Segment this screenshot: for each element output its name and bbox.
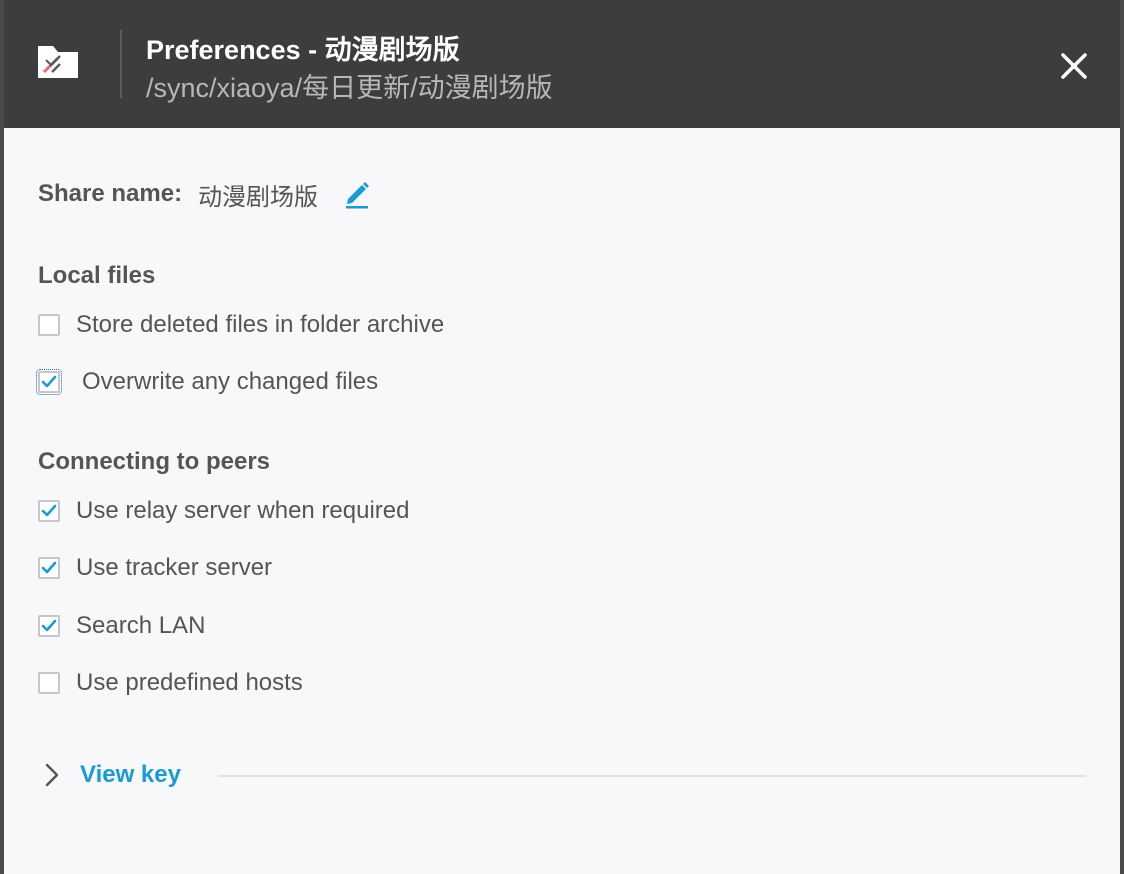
predefined-hosts-checkbox[interactable] bbox=[38, 672, 60, 694]
relay-server-label: Use relay server when required bbox=[76, 497, 410, 524]
relay-server-option[interactable]: Use relay server when required bbox=[38, 496, 409, 526]
predefined-hosts-label: Use predefined hosts bbox=[76, 669, 303, 696]
relay-server-checkbox[interactable] bbox=[38, 500, 60, 522]
overwrite-checkbox[interactable] bbox=[36, 369, 62, 395]
view-key-label: View key bbox=[80, 761, 181, 788]
preferences-dialog: Preferences - 动漫剧场版 /sync/xiaoya/每日更新/动漫… bbox=[4, 0, 1120, 874]
predefined-hosts-option[interactable]: Use predefined hosts bbox=[38, 668, 303, 698]
pencil-icon[interactable] bbox=[344, 179, 370, 209]
tracker-server-label: Use tracker server bbox=[76, 554, 273, 581]
view-key-divider bbox=[218, 775, 1086, 777]
peers-heading: Connecting to peers bbox=[38, 448, 271, 475]
tracker-server-option[interactable]: Use tracker server bbox=[38, 553, 272, 583]
checkmark-icon bbox=[41, 619, 57, 632]
folder-path: /sync/xiaoya/每日更新/动漫剧场版 bbox=[146, 73, 553, 103]
folder-disconnected-icon bbox=[38, 46, 78, 78]
checkmark-icon bbox=[41, 375, 57, 388]
dialog-title: Preferences - 动漫剧场版 bbox=[146, 35, 460, 65]
store-deleted-label: Store deleted files in folder archive bbox=[76, 311, 445, 338]
checkmark-icon bbox=[41, 504, 57, 517]
overwrite-label: Overwrite any changed files bbox=[82, 368, 379, 395]
view-key-toggle[interactable]: View key bbox=[42, 758, 181, 792]
share-name-row: Share name: 动漫剧场版 bbox=[38, 176, 370, 212]
share-name-label: Share name: bbox=[38, 180, 183, 207]
overwrite-option[interactable]: Overwrite any changed files bbox=[36, 367, 379, 397]
checkmark-icon bbox=[41, 561, 57, 574]
chevron-right-icon bbox=[45, 763, 59, 787]
search-lan-checkbox[interactable] bbox=[38, 615, 60, 637]
local-files-heading: Local files bbox=[38, 262, 156, 289]
store-deleted-option[interactable]: Store deleted files in folder archive bbox=[38, 310, 444, 340]
header-divider bbox=[120, 30, 122, 98]
close-icon[interactable] bbox=[1054, 46, 1094, 86]
share-name-value: 动漫剧场版 bbox=[198, 183, 319, 211]
search-lan-option[interactable]: Search LAN bbox=[38, 611, 205, 641]
dialog-header: Preferences - 动漫剧场版 /sync/xiaoya/每日更新/动漫… bbox=[4, 0, 1120, 128]
tracker-server-checkbox[interactable] bbox=[38, 557, 60, 579]
search-lan-label: Search LAN bbox=[76, 612, 206, 639]
store-deleted-checkbox[interactable] bbox=[38, 314, 60, 336]
